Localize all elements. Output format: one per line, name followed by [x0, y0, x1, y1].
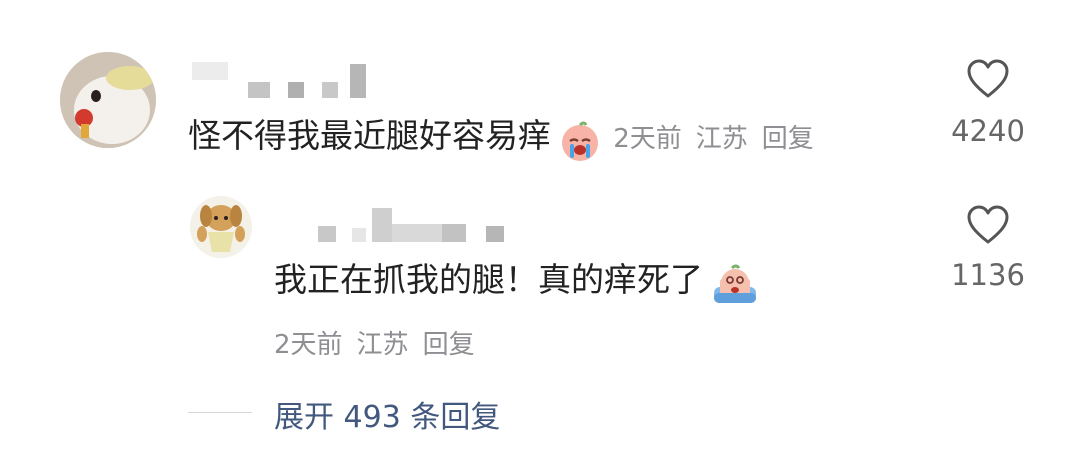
commenter-avatar[interactable] — [60, 52, 156, 148]
reply-meta: 2天前 江苏 回复 — [274, 324, 489, 361]
guinea-pig-avatar-image — [60, 52, 156, 148]
comment-location: 江苏 — [695, 124, 748, 154]
heart-icon — [967, 59, 1009, 98]
comment-like-count: 4240 — [951, 114, 1025, 148]
reply-body: 我正在抓我的腿！真的痒死了 — [274, 260, 760, 311]
reply-like-button[interactable] — [966, 204, 1010, 246]
puppy-avatar-image — [190, 196, 252, 258]
replier-username-blurred[interactable] — [318, 206, 504, 242]
reply-text: 我正在抓我的腿！真的痒死了 — [274, 260, 703, 299]
commenter-username-blurred[interactable] — [192, 62, 366, 98]
replier-avatar[interactable] — [190, 196, 252, 258]
screaming-face-emoji-icon — [710, 263, 760, 311]
expand-divider — [188, 412, 252, 413]
reply-location: 江苏 — [356, 330, 409, 360]
reply-reply-button[interactable]: 回复 — [423, 330, 475, 360]
comment-time: 2天前 — [613, 124, 682, 154]
comment-meta: 2天前 江苏 回复 — [613, 124, 828, 154]
comment-text: 怪不得我最近腿好容易痒 — [188, 116, 551, 155]
expand-replies-button[interactable]: 展开 493 条回复 — [274, 392, 500, 436]
reply-like-count: 1136 — [951, 258, 1025, 292]
crying-face-emoji-icon — [558, 119, 602, 167]
reply-time: 2天前 — [274, 330, 343, 360]
comment-reply-button[interactable]: 回复 — [762, 124, 814, 154]
heart-icon — [967, 205, 1009, 244]
comment-like-button[interactable] — [966, 58, 1010, 100]
comment-body: 怪不得我最近腿好容易痒 2天前 江苏 回复 — [188, 116, 828, 167]
